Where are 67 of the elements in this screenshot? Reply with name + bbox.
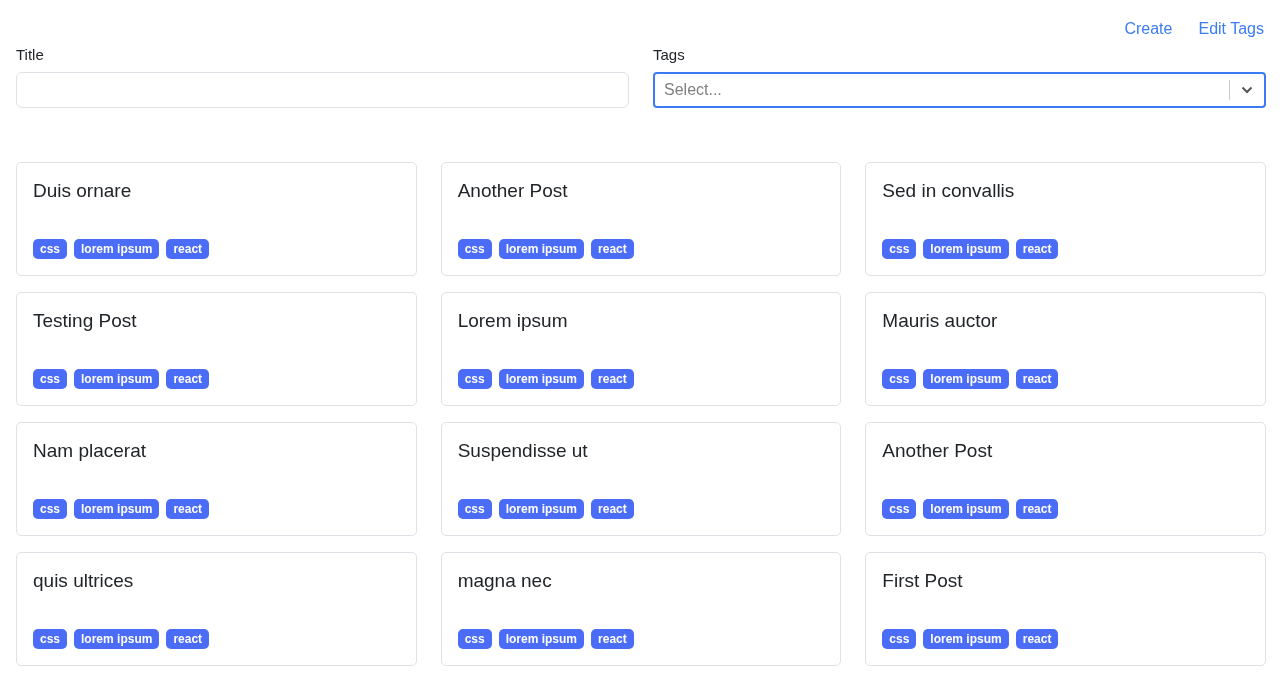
- title-input-field[interactable]: [16, 72, 629, 108]
- tag-badge: css: [457, 629, 492, 649]
- post-card[interactable]: Nam placerat css lorem ipsum react: [16, 422, 417, 536]
- post-card[interactable]: Suspendisse ut css lorem ipsum react: [440, 422, 842, 536]
- chevron-down-icon[interactable]: [1241, 86, 1253, 94]
- post-title: Suspendisse ut: [457, 440, 589, 462]
- post-card[interactable]: Another Post css lorem ipsum react: [865, 422, 1266, 536]
- tag-badge: css: [882, 629, 917, 649]
- tag-badge: react: [591, 499, 634, 519]
- tags-select-field[interactable]: Select...: [653, 72, 1266, 108]
- tag-badge: lorem ipsum: [498, 369, 585, 389]
- tag-badge: lorem ipsum: [923, 239, 1009, 259]
- title-label: Title: [16, 46, 45, 63]
- tag-badge: react: [166, 239, 210, 259]
- tag-badge: css: [882, 239, 917, 259]
- tag-badge: lorem ipsum: [923, 499, 1009, 519]
- tag-badge: css: [882, 369, 917, 389]
- post-card[interactable]: First Post css lorem ipsum react: [865, 552, 1266, 666]
- post-title: Duis ornare: [33, 180, 133, 202]
- tag-badge: react: [591, 239, 634, 259]
- tags-label: Tags: [653, 46, 686, 63]
- post-card[interactable]: magna nec css lorem ipsum react: [440, 552, 842, 666]
- tag-badge: css: [882, 499, 917, 519]
- tag-badge: react: [1015, 499, 1059, 519]
- tag-badge: css: [33, 499, 68, 519]
- post-title: magna nec: [457, 570, 553, 592]
- post-title: Sed in convallis: [882, 180, 1016, 202]
- tag-badge: react: [166, 499, 210, 519]
- nav-link[interactable]: Create: [1124, 20, 1173, 38]
- post-title: Another Post: [457, 180, 569, 202]
- tag-badge: react: [1015, 369, 1059, 389]
- post-card[interactable]: Mauris auctor css lorem ipsum react: [865, 292, 1266, 406]
- post-title: First Post: [882, 570, 964, 592]
- nav-link[interactable]: Edit Tags: [1198, 20, 1264, 38]
- post-card[interactable]: Lorem ipsum css lorem ipsum react: [440, 292, 842, 406]
- tag-badge: react: [166, 629, 210, 649]
- post-card[interactable]: Another Post css lorem ipsum react: [440, 162, 842, 276]
- tag-badge: react: [166, 369, 210, 389]
- tag-badge: lorem ipsum: [498, 239, 585, 259]
- tag-badge: lorem ipsum: [923, 369, 1009, 389]
- post-title: Testing Post: [33, 310, 138, 332]
- tag-badge: css: [457, 239, 492, 259]
- tag-badge: css: [33, 239, 68, 259]
- post-card[interactable]: Sed in convallis css lorem ipsum react: [865, 162, 1266, 276]
- tag-badge: css: [457, 499, 492, 519]
- tag-badge: css: [33, 629, 68, 649]
- tag-badge: lorem ipsum: [923, 629, 1009, 649]
- tag-badge: lorem ipsum: [74, 369, 160, 389]
- tag-badge: react: [591, 369, 634, 389]
- tag-badge: lorem ipsum: [74, 629, 160, 649]
- tag-badge: lorem ipsum: [498, 629, 585, 649]
- tag-badge: react: [1015, 629, 1059, 649]
- post-title: quis ultrices: [33, 570, 135, 592]
- tag-badge: react: [1015, 239, 1059, 259]
- post-card[interactable]: Duis ornare css lorem ipsum react: [16, 162, 417, 276]
- post-title: Mauris auctor: [882, 310, 999, 332]
- tag-badge: react: [591, 629, 634, 649]
- post-title: Nam placerat: [33, 440, 147, 462]
- tag-badge: lorem ipsum: [74, 499, 160, 519]
- post-card[interactable]: quis ultrices css lorem ipsum react: [16, 552, 417, 666]
- tag-badge: css: [33, 369, 68, 389]
- post-card[interactable]: Testing Post css lorem ipsum react: [16, 292, 417, 406]
- tag-badge: css: [457, 369, 492, 389]
- tag-badge: lorem ipsum: [498, 499, 585, 519]
- tag-badge: lorem ipsum: [74, 239, 160, 259]
- post-title: Lorem ipsum: [457, 310, 569, 332]
- post-title: Another Post: [882, 440, 994, 462]
